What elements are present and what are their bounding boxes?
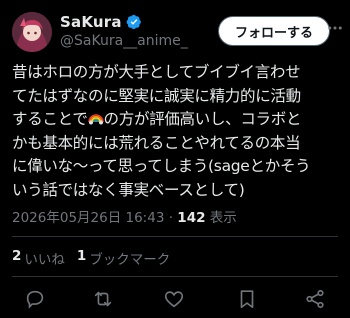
engagement-stats: 2 いいね 1 ブックマーク (12, 248, 170, 268)
tweet-line: することで (12, 110, 88, 129)
tweet-line: いう話ではなく事実ベースとして) (12, 180, 245, 199)
tweet-text: 昔はホロの方が大手としてブイブイ言わせ てたはずなのに堅実に誠実に精力的に活動 … (12, 61, 340, 203)
retweet-icon[interactable] (92, 288, 114, 310)
more-icon[interactable] (322, 15, 348, 41)
tweet-line: に偉いな〜って思ってしまう(sageとかそう (12, 157, 311, 176)
verified-badge-icon (126, 14, 141, 30)
action-bar (0, 286, 350, 314)
tweet-line: かも基本的には荒れることやれてるの本当 (12, 133, 301, 152)
user-name-row[interactable]: SaKura (60, 13, 142, 31)
likes-label[interactable]: いいね (24, 248, 65, 268)
tweet-line: 昔はホロの方が大手としてブイブイ言わせ (12, 63, 301, 81)
heart-icon[interactable] (163, 288, 185, 310)
likes-count[interactable]: 2 (12, 248, 21, 268)
timestamp[interactable]: 2026年05月26日 16:43 (12, 210, 164, 226)
rainbow-emoji (87, 114, 104, 125)
views-label: 表示 (205, 210, 237, 226)
divider (12, 276, 338, 277)
tweet-line: の方が評価高いし、コラボと (103, 110, 302, 129)
meta-separator: · (164, 210, 178, 226)
bookmarks-count[interactable]: 1 (77, 248, 86, 268)
views-count: 142 (177, 210, 206, 226)
reply-icon[interactable] (24, 288, 46, 310)
avatar[interactable] (12, 12, 52, 52)
user-handle[interactable]: @SaKura__anime_ (60, 33, 188, 49)
follow-button[interactable]: フォローする (218, 16, 330, 46)
bookmarks-label[interactable]: ブックマーク (89, 248, 170, 268)
tweet-card: SaKura @SaKura__anime_ フォローする 昔はホロの方が大手と… (0, 0, 350, 318)
bookmark-icon[interactable] (236, 288, 258, 310)
divider (12, 236, 338, 237)
tweet-meta: 2026年05月26日 16:43 · 142 表示 (12, 206, 237, 226)
share-icon[interactable] (304, 288, 326, 310)
display-name[interactable]: SaKura (60, 13, 122, 31)
tweet-line: てたはずなのに堅実に誠実に精力的に活動 (12, 86, 301, 105)
